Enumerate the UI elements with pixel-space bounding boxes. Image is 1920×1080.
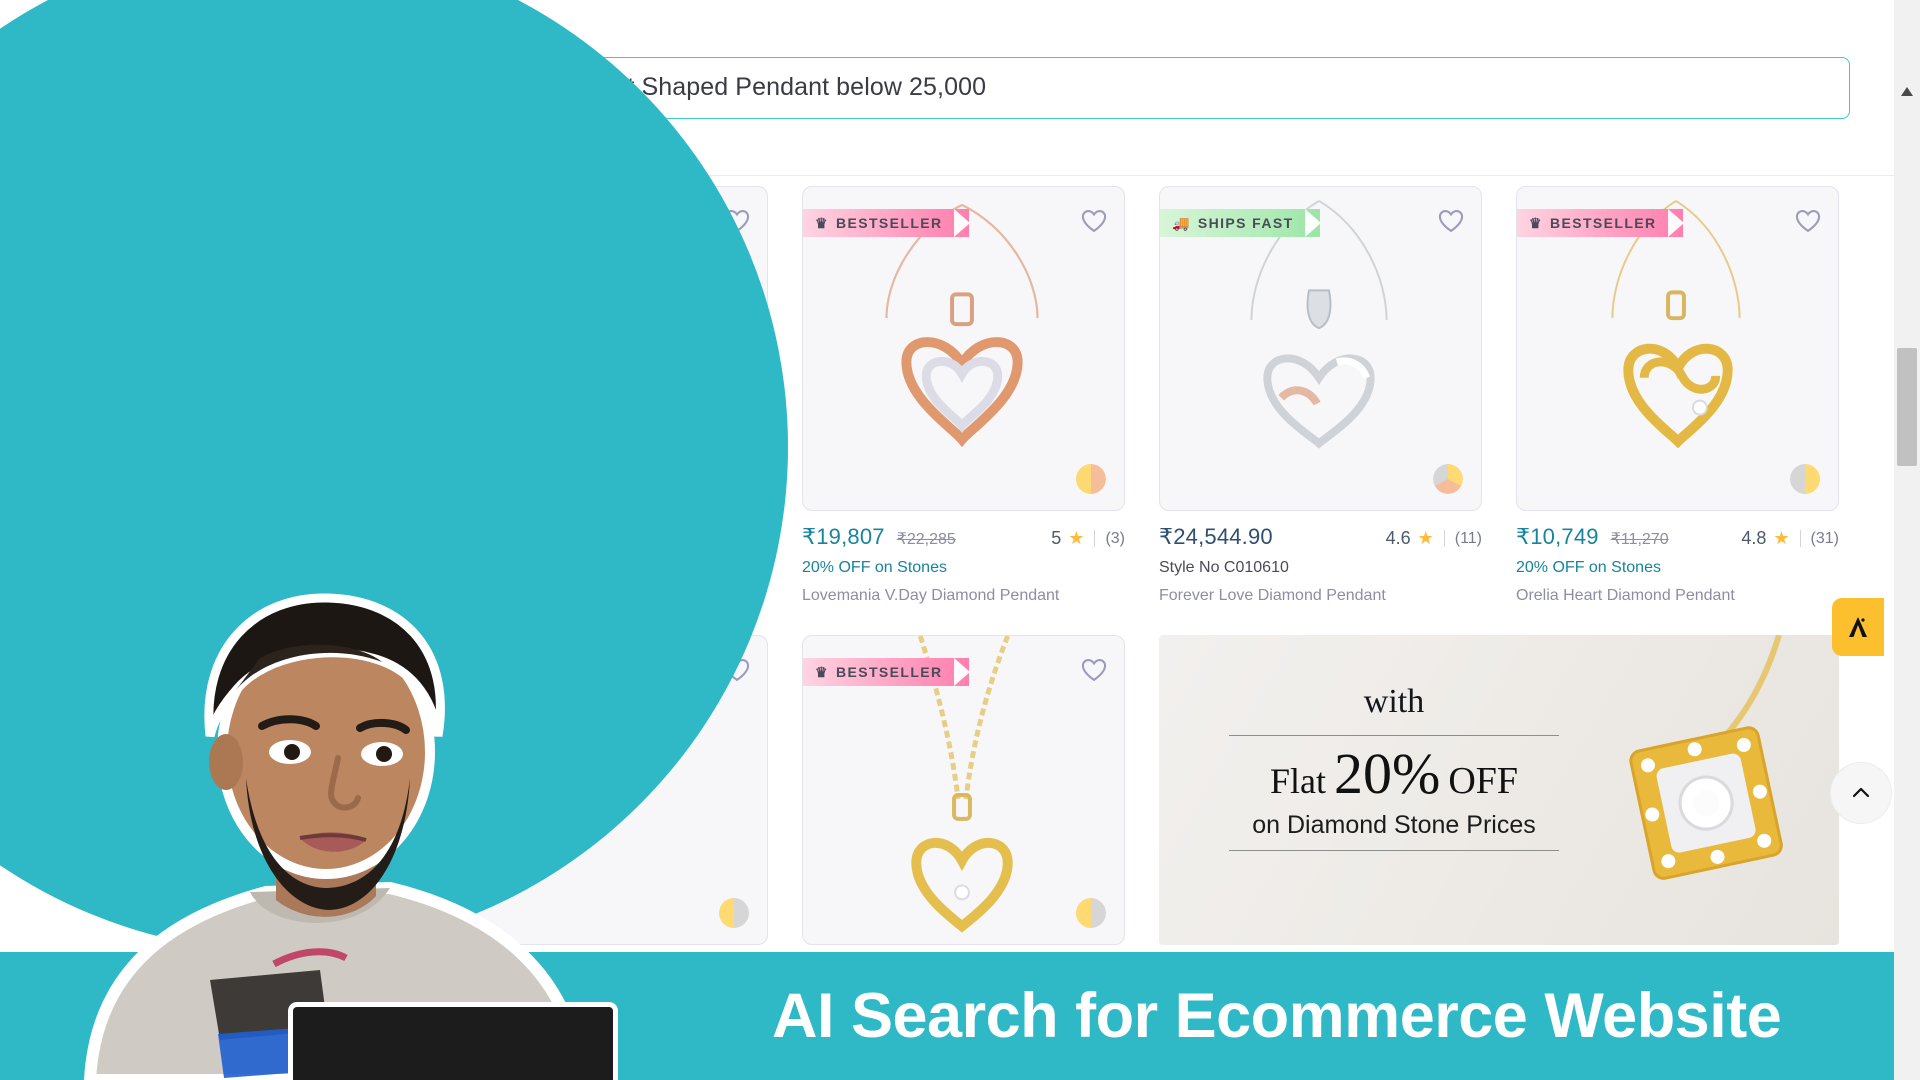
product-price: ₹19,807	[802, 524, 885, 549]
product-meta: ₹19,807 ₹22,285 5 ★ (3) 20% OFF on Stone…	[802, 511, 1125, 605]
product-card[interactable]: ♛ BESTSELLER ₹19,807 ₹22,285 5 ★ (3) 20%…	[802, 186, 1125, 605]
badge-ships-fast: 🚚 SHIPS FAST	[1160, 209, 1321, 237]
product-strike-price: ₹11,270	[1610, 531, 1669, 548]
product-name[interactable]: Forever Love Diamond Pendant	[1159, 587, 1482, 605]
divider	[1799, 530, 1801, 547]
product-card[interactable]: ♛ BESTSELLER	[802, 635, 1125, 945]
laptop-screen	[288, 1002, 618, 1080]
product-offer: Style No C010610	[1159, 559, 1289, 576]
badge-label: SHIPS FAST	[1197, 215, 1294, 231]
product-offer: 20% OFF on Stones	[1516, 559, 1661, 576]
review-count: (3)	[1105, 529, 1125, 547]
brand-logo-icon	[1849, 617, 1867, 637]
product-image[interactable]: 🚚 SHIPS FAST	[1159, 186, 1482, 511]
page-scrollbar[interactable]	[1894, 0, 1920, 1080]
review-count: (31)	[1810, 529, 1839, 547]
wishlist-heart-icon[interactable]	[1437, 207, 1465, 235]
brand-assistant-tab[interactable]	[1832, 598, 1884, 656]
rating-block: 4.8 ★ (31)	[1741, 528, 1839, 549]
crown-icon: ♛	[1529, 215, 1543, 231]
promo-with-label: with	[1363, 683, 1425, 720]
metal-swatch[interactable]	[719, 898, 749, 928]
product-meta: ₹10,749 ₹11,270 4.8 ★ (31) 20% OFF on St…	[1516, 511, 1839, 605]
promo-text-block: with Flat 20% OFF on Diamond Stone Price…	[1229, 683, 1559, 851]
metal-swatch[interactable]	[1076, 464, 1106, 494]
wishlist-heart-icon[interactable]	[1080, 656, 1108, 684]
crown-icon: ♛	[815, 664, 829, 680]
promo-flat-label: Flat	[1269, 761, 1326, 801]
badge-bestseller: ♛ BESTSELLER	[803, 658, 970, 686]
promo-off-label: OFF	[1448, 760, 1519, 802]
divider	[1094, 530, 1096, 547]
chevron-up-icon	[1852, 787, 1870, 798]
product-image[interactable]: ♛ BESTSELLER	[802, 186, 1125, 511]
price-row: ₹24,544.90 4.6 ★ (11)	[1159, 524, 1482, 550]
product-image[interactable]: ♛ BESTSELLER	[1516, 186, 1839, 511]
badge-bestseller: ♛ BESTSELLER	[803, 209, 970, 237]
metal-swatch[interactable]	[1790, 464, 1820, 494]
product-strike-price: ₹22,285	[896, 531, 956, 548]
rating-value: 4.8	[1741, 528, 1767, 548]
divider	[1443, 530, 1445, 547]
star-icon: ★	[1773, 528, 1790, 548]
badge-label: BESTSELLER	[835, 215, 943, 231]
product-price: ₹10,749	[1516, 524, 1599, 549]
wishlist-heart-icon[interactable]	[1794, 207, 1822, 235]
rating-block: 4.6 ★ (11)	[1386, 528, 1482, 549]
scrollbar-thumb[interactable]	[1897, 348, 1917, 466]
rating-block: 5 ★ (3)	[1051, 528, 1125, 549]
badge-label: BESTSELLER	[1549, 215, 1657, 231]
review-count: (11)	[1454, 529, 1482, 547]
promo-headline: Flat 20% OFF	[1229, 735, 1559, 807]
scroll-to-top-button[interactable]	[1830, 762, 1892, 824]
app-root: All Express Delivery New In Suggest Hear…	[0, 0, 1920, 1080]
product-name[interactable]: Orelia Heart Diamond Pendant	[1516, 587, 1839, 605]
presenter-photo	[83, 593, 587, 1080]
scroll-up-arrow-icon[interactable]	[1894, 82, 1920, 100]
product-image[interactable]: ♛ BESTSELLER	[802, 635, 1125, 945]
product-card[interactable]: ♛ BESTSELLER ₹10,749 ₹11,270 4.8 ★ (31) …	[1516, 186, 1839, 605]
promo-percent: 20%	[1333, 741, 1441, 806]
product-offer: 20% OFF on Stones	[802, 559, 947, 576]
rating-value: 5	[1051, 528, 1062, 548]
star-icon: ★	[1068, 528, 1085, 548]
banner-title: AI Search for Ecommerce Website	[772, 981, 1782, 1051]
product-card[interactable]: 🚚 SHIPS FAST ₹24,544.90 4.6 ★ (11) Style…	[1159, 186, 1482, 605]
price-row: ₹10,749 ₹11,270 4.8 ★ (31)	[1516, 524, 1839, 550]
badge-label: BESTSELLER	[835, 664, 943, 680]
rating-value: 4.6	[1385, 528, 1411, 548]
product-name[interactable]: Lovemania V.Day Diamond Pendant	[802, 587, 1125, 605]
crown-icon: ♛	[815, 215, 829, 231]
metal-swatch[interactable]	[1076, 898, 1106, 928]
wishlist-heart-icon[interactable]	[1080, 207, 1108, 235]
badge-bestseller: ♛ BESTSELLER	[1517, 209, 1684, 237]
search-input[interactable]: Suggest Heart Shaped Pendant below 25,00…	[450, 56, 1851, 119]
product-price: ₹24,544.90	[1159, 524, 1273, 549]
promo-subtitle: on Diamond Stone Prices	[1229, 811, 1559, 851]
truck-icon: 🚚	[1172, 215, 1191, 231]
star-icon: ★	[1417, 528, 1434, 548]
metal-swatch[interactable]	[1433, 464, 1463, 494]
product-meta: ₹24,544.90 4.6 ★ (11) Style No C010610 F…	[1159, 511, 1482, 605]
promo-banner[interactable]: with Flat 20% OFF on Diamond Stone Price…	[1159, 635, 1839, 945]
price-row: ₹19,807 ₹22,285 5 ★ (3)	[802, 524, 1125, 550]
